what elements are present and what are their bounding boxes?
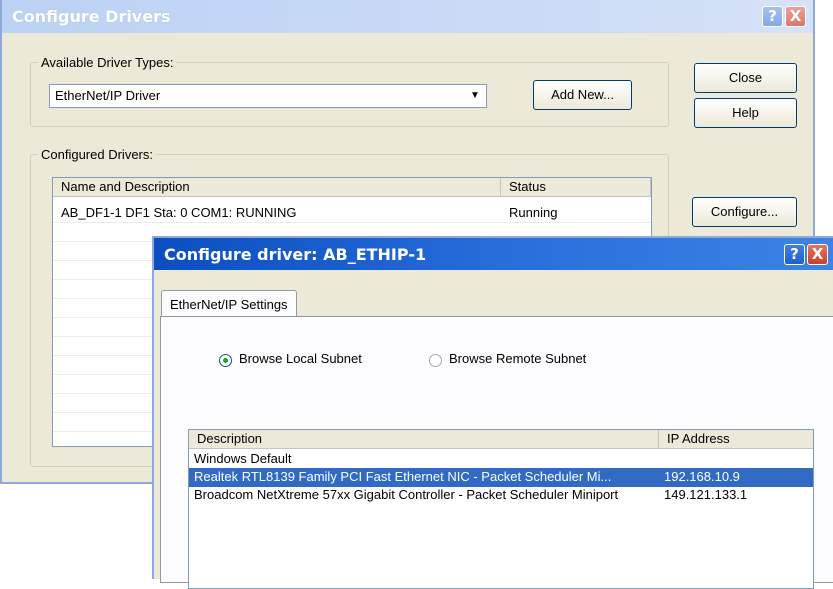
close-icon[interactable]: X bbox=[785, 6, 806, 27]
browse-local-label[interactable]: Browse Local Subnet bbox=[239, 351, 362, 366]
configured-drivers-label: Configured Drivers: bbox=[41, 147, 153, 162]
adapter-row[interactable]: Windows Default bbox=[189, 450, 813, 469]
adapter-row[interactable]: Broadcom NetXtreme 57xx Gigabit Controll… bbox=[189, 486, 813, 505]
close-icon[interactable]: X bbox=[807, 244, 828, 265]
help-button[interactable]: Help bbox=[694, 98, 797, 128]
adapter-ip bbox=[664, 450, 809, 469]
network-adapter-list[interactable]: Description IP Address Windows Default R… bbox=[188, 429, 814, 589]
browse-remote-label[interactable]: Browse Remote Subnet bbox=[449, 351, 586, 366]
browse-local-radio[interactable] bbox=[219, 354, 232, 367]
driver-window-title: Configure driver: AB_ETHIP-1 bbox=[164, 245, 427, 264]
column-header-ip-address[interactable]: IP Address bbox=[659, 430, 813, 449]
browse-remote-radio[interactable] bbox=[429, 354, 442, 367]
column-header-description[interactable]: Description bbox=[189, 430, 659, 449]
help-icon[interactable]: ? bbox=[762, 6, 783, 27]
adapter-ip: 192.168.10.9 bbox=[664, 469, 740, 484]
main-window-title: Configure Drivers bbox=[12, 7, 171, 26]
adapter-description: Broadcom NetXtreme 57xx Gigabit Controll… bbox=[194, 487, 619, 502]
column-header-status[interactable]: Status bbox=[501, 178, 651, 197]
driver-status: Running bbox=[509, 205, 558, 220]
column-header-name[interactable]: Name and Description bbox=[53, 178, 501, 197]
driver-titlebar[interactable]: Configure driver: AB_ETHIP-1 ? X bbox=[154, 238, 833, 270]
configure-button[interactable]: Configure... bbox=[692, 197, 797, 227]
chevron-down-icon[interactable]: ▼ bbox=[466, 87, 484, 105]
driver-type-value: EtherNet/IP Driver bbox=[55, 88, 161, 103]
adapter-row-selected[interactable]: Realtek RTL8139 Family PCI Fast Ethernet… bbox=[189, 468, 813, 487]
adapter-description: Windows Default bbox=[194, 451, 292, 466]
adapter-ip: 149.121.133.1 bbox=[664, 487, 748, 502]
help-icon[interactable]: ? bbox=[784, 244, 805, 265]
available-driver-types-label: Available Driver Types: bbox=[41, 55, 174, 70]
tab-ethernet-ip-settings[interactable]: EtherNet/IP Settings bbox=[161, 290, 297, 318]
radio-selected-dot bbox=[223, 358, 228, 363]
driver-type-select[interactable]: EtherNet/IP Driver ▼ bbox=[49, 84, 487, 108]
driver-row[interactable]: AB_DF1-1 DF1 Sta: 0 COM1: RUNNING Runnin… bbox=[53, 204, 651, 223]
close-button[interactable]: Close bbox=[694, 63, 797, 93]
tab-panel: Browse Local Subnet Browse Remote Subnet… bbox=[160, 316, 833, 589]
adapter-description: Realtek RTL8139 Family PCI Fast Ethernet… bbox=[194, 469, 612, 484]
configure-driver-window: Configure driver: AB_ETHIP-1 ? X EtherNe… bbox=[152, 236, 833, 589]
main-titlebar[interactable]: Configure Drivers ? X bbox=[2, 0, 813, 33]
driver-name: AB_DF1-1 DF1 Sta: 0 COM1: RUNNING bbox=[61, 205, 297, 220]
add-new-button[interactable]: Add New... bbox=[533, 80, 632, 110]
